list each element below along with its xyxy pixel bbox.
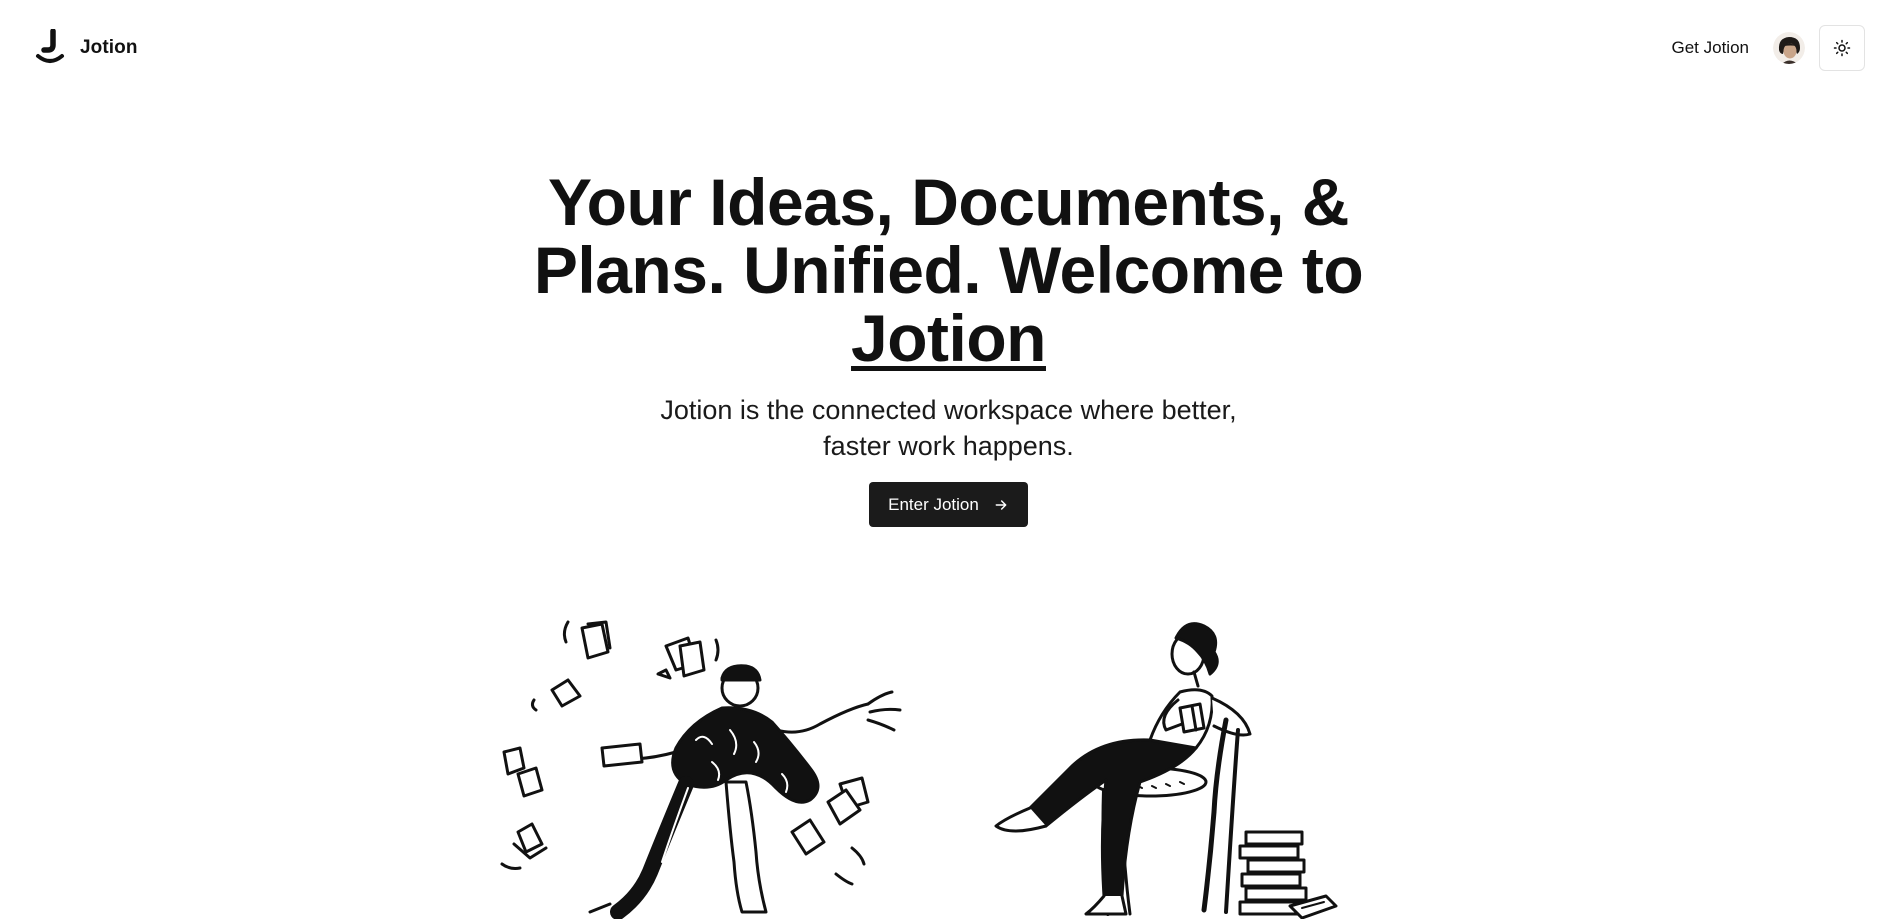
hero-title-brand: Jotion bbox=[851, 301, 1046, 375]
navbar: Jotion Get Jotion bbox=[0, 0, 1897, 96]
jotion-logo-icon bbox=[36, 29, 64, 63]
enter-jotion-button[interactable]: Enter Jotion bbox=[869, 482, 1028, 527]
theme-toggle-button[interactable] bbox=[1819, 25, 1865, 71]
sun-icon bbox=[1833, 39, 1851, 57]
hero-title-text: Your Ideas, Documents, & Plans. Unified.… bbox=[533, 165, 1364, 307]
hero-illustrations bbox=[490, 612, 1350, 919]
hero-subtitle: Jotion is the connected workspace where … bbox=[660, 395, 1237, 461]
get-jotion-link[interactable]: Get Jotion bbox=[1664, 32, 1758, 64]
illustration-reading-woman bbox=[994, 622, 1338, 919]
user-avatar[interactable] bbox=[1773, 32, 1805, 64]
hero-title: Your Ideas, Documents, & Plans. Unified.… bbox=[499, 168, 1399, 372]
illustration-papers-man bbox=[500, 620, 902, 919]
hero-section: Your Ideas, Documents, & Plans. Unified.… bbox=[0, 168, 1897, 527]
enter-jotion-label: Enter Jotion bbox=[888, 494, 979, 514]
brand-name: Jotion bbox=[80, 37, 138, 58]
brand-home-link[interactable]: Jotion bbox=[34, 29, 138, 67]
nav-actions: Get Jotion bbox=[1664, 25, 1865, 71]
arrow-right-icon bbox=[995, 499, 1007, 510]
